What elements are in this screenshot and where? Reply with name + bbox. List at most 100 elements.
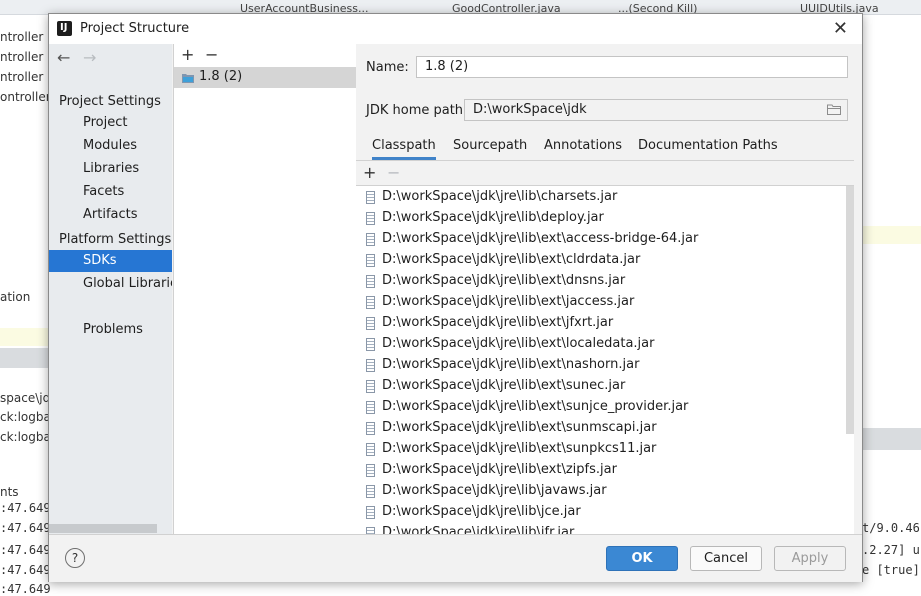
detail-tabs: Classpath Sourcepath Annotations Documen…: [356, 138, 854, 160]
help-icon[interactable]: ?: [65, 548, 85, 568]
jdk-home-path-field[interactable]: D:\workSpace\jdk: [464, 99, 848, 121]
remove-classpath-button[interactable]: −: [387, 163, 400, 182]
classpath-entry: D:\workSpace\jdk\jre\lib\ext\sunmscapi.j…: [382, 420, 657, 435]
jar-file-icon: [366, 233, 375, 246]
jar-file-icon: [366, 191, 375, 204]
nav-section-project-settings: Project Settings: [59, 94, 161, 109]
classpath-entry: D:\workSpace\jdk\jre\lib\javaws.jar: [382, 483, 607, 498]
tab-documentation-paths[interactable]: Documentation Paths: [638, 138, 778, 153]
project-structure-dialog: IJ Project Structure ✕ ← → Project Setti…: [48, 13, 863, 582]
tab-sourcepath[interactable]: Sourcepath: [453, 138, 527, 153]
dialog-footer: ? OK Cancel Apply: [49, 534, 862, 582]
log-line: :47.649: [0, 543, 51, 557]
log-line: :47.649: [0, 582, 51, 596]
tab-annotations[interactable]: Annotations: [544, 138, 622, 153]
remove-sdk-button[interactable]: −: [205, 45, 218, 64]
ok-button[interactable]: OK: [606, 546, 678, 571]
project-tree-item[interactable]: ation: [0, 290, 30, 304]
jdk-home-label: JDK home path:: [366, 103, 468, 118]
classpath-row[interactable]: D:\workSpace\jdk\jre\lib\deploy.jar: [356, 208, 846, 229]
jar-file-icon: [366, 359, 375, 372]
jar-file-icon: [366, 338, 375, 351]
jar-file-icon: [366, 380, 375, 393]
classpath-row[interactable]: D:\workSpace\jdk\jre\lib\ext\localedata.…: [356, 334, 846, 355]
log-line: e [true],: [862, 563, 921, 577]
log-line: :47.649: [0, 521, 51, 535]
jar-file-icon: [366, 296, 375, 309]
browse-folder-icon[interactable]: [827, 104, 841, 115]
add-classpath-button[interactable]: +: [363, 163, 376, 182]
editor-highlight: [0, 328, 48, 346]
classpath-row[interactable]: D:\workSpace\jdk\jre\lib\ext\sunjce_prov…: [356, 397, 846, 418]
console-tab[interactable]: nts: [0, 485, 19, 499]
project-tree-item[interactable]: ntroller: [0, 70, 43, 84]
sdk-list-item[interactable]: 1.8 (2): [174, 67, 356, 88]
dialog-titlebar[interactable]: IJ Project Structure ✕: [49, 14, 862, 44]
classpath-row[interactable]: D:\workSpace\jdk\jre\lib\jfr.jar: [356, 523, 846, 534]
classpath-row[interactable]: D:\workSpace\jdk\jre\lib\ext\sunec.jar: [356, 376, 846, 397]
cancel-button[interactable]: Cancel: [690, 546, 762, 571]
classpath-entry: D:\workSpace\jdk\jre\lib\deploy.jar: [382, 210, 604, 225]
log-line: :47.649: [0, 563, 51, 577]
project-tree-item[interactable]: ntroller: [0, 50, 43, 64]
panel-header: [861, 428, 921, 450]
jar-file-icon: [366, 464, 375, 477]
classpath-row[interactable]: D:\workSpace\jdk\jre\lib\charsets.jar: [356, 187, 846, 208]
close-icon[interactable]: ✕: [833, 18, 848, 39]
classpath-row[interactable]: D:\workSpace\jdk\jre\lib\ext\jfxrt.jar: [356, 313, 846, 334]
add-sdk-button[interactable]: +: [181, 45, 194, 64]
classpath-entry: D:\workSpace\jdk\jre\lib\ext\jfxrt.jar: [382, 315, 614, 330]
classpath-entry: D:\workSpace\jdk\jre\lib\ext\dnsns.jar: [382, 273, 626, 288]
nav-horizontal-scrollbar[interactable]: [49, 524, 157, 533]
sdk-toolbar: + −: [174, 44, 356, 66]
nav-item-facets[interactable]: Facets: [49, 181, 172, 203]
nav-item-problems[interactable]: Problems: [49, 319, 172, 341]
classpath-row[interactable]: D:\workSpace\jdk\jre\lib\ext\sunmscapi.j…: [356, 418, 846, 439]
classpath-entry: D:\workSpace\jdk\jre\lib\ext\access-brid…: [382, 231, 699, 246]
jar-file-icon: [366, 527, 375, 534]
classpath-row[interactable]: D:\workSpace\jdk\jre\lib\ext\sunpkcs11.j…: [356, 439, 846, 460]
jar-file-icon: [366, 401, 375, 414]
sdk-name-input[interactable]: 1.8 (2): [416, 56, 848, 78]
classpath-row[interactable]: D:\workSpace\jdk\jre\lib\javaws.jar: [356, 481, 846, 502]
sdk-list-panel: + − 1.8 (2): [173, 44, 357, 534]
settings-nav: ← → Project Settings Project Modules Lib…: [49, 44, 172, 534]
jar-file-icon: [366, 443, 375, 456]
classpath-entry: D:\workSpace\jdk\jre\lib\ext\sunjce_prov…: [382, 399, 689, 414]
classpath-vertical-scrollbar[interactable]: [846, 186, 854, 434]
classpath-row[interactable]: D:\workSpace\jdk\jre\lib\ext\jaccess.jar: [356, 292, 846, 313]
classpath-entry: D:\workSpace\jdk\jre\lib\charsets.jar: [382, 189, 618, 204]
tab-classpath[interactable]: Classpath: [372, 138, 436, 160]
log-line: t/9.0.46]: [862, 521, 921, 535]
intellij-logo-icon: IJ: [57, 21, 72, 36]
forward-arrow-icon[interactable]: →: [83, 48, 96, 67]
project-tree-item[interactable]: ntroller: [0, 30, 43, 44]
sdk-detail-panel: Name: 1.8 (2) JDK home path: D:\workSpac…: [356, 44, 862, 534]
nav-item-sdks[interactable]: SDKs: [49, 250, 172, 272]
sdk-folder-icon: [182, 74, 194, 83]
classpath-row[interactable]: D:\workSpace\jdk\jre\lib\ext\access-brid…: [356, 229, 846, 250]
project-tree-item[interactable]: ontroller: [0, 90, 51, 104]
nav-item-global-libraries[interactable]: Global Libraries: [49, 273, 172, 295]
classpath-entry: D:\workSpace\jdk\jre\lib\ext\zipfs.jar: [382, 462, 617, 477]
jar-file-icon: [366, 317, 375, 330]
apply-button[interactable]: Apply: [774, 546, 846, 571]
jar-file-icon: [366, 275, 375, 288]
log-line: :47.649: [0, 501, 51, 515]
classpath-row[interactable]: D:\workSpace\jdk\jre\lib\ext\zipfs.jar: [356, 460, 846, 481]
nav-item-libraries[interactable]: Libraries: [49, 158, 172, 180]
jar-file-icon: [366, 485, 375, 498]
classpath-row[interactable]: D:\workSpace\jdk\jre\lib\ext\cldrdata.ja…: [356, 250, 846, 271]
nav-item-artifacts[interactable]: Artifacts: [49, 204, 172, 226]
classpath-entry: D:\workSpace\jdk\jre\lib\jfr.jar: [382, 525, 575, 534]
classpath-row[interactable]: D:\workSpace\jdk\jre\lib\ext\dnsns.jar: [356, 271, 846, 292]
classpath-entry: D:\workSpace\jdk\jre\lib\ext\cldrdata.ja…: [382, 252, 641, 267]
nav-item-modules[interactable]: Modules: [49, 135, 172, 157]
nav-item-project[interactable]: Project: [49, 112, 172, 134]
console-line: ck:logba: [0, 410, 51, 424]
back-arrow-icon[interactable]: ←: [57, 48, 70, 67]
console-line: ck:logba: [0, 430, 51, 444]
classpath-row[interactable]: D:\workSpace\jdk\jre\lib\jce.jar: [356, 502, 846, 523]
classpath-entry: D:\workSpace\jdk\jre\lib\ext\localedata.…: [382, 336, 655, 351]
classpath-row[interactable]: D:\workSpace\jdk\jre\lib\ext\nashorn.jar: [356, 355, 846, 376]
